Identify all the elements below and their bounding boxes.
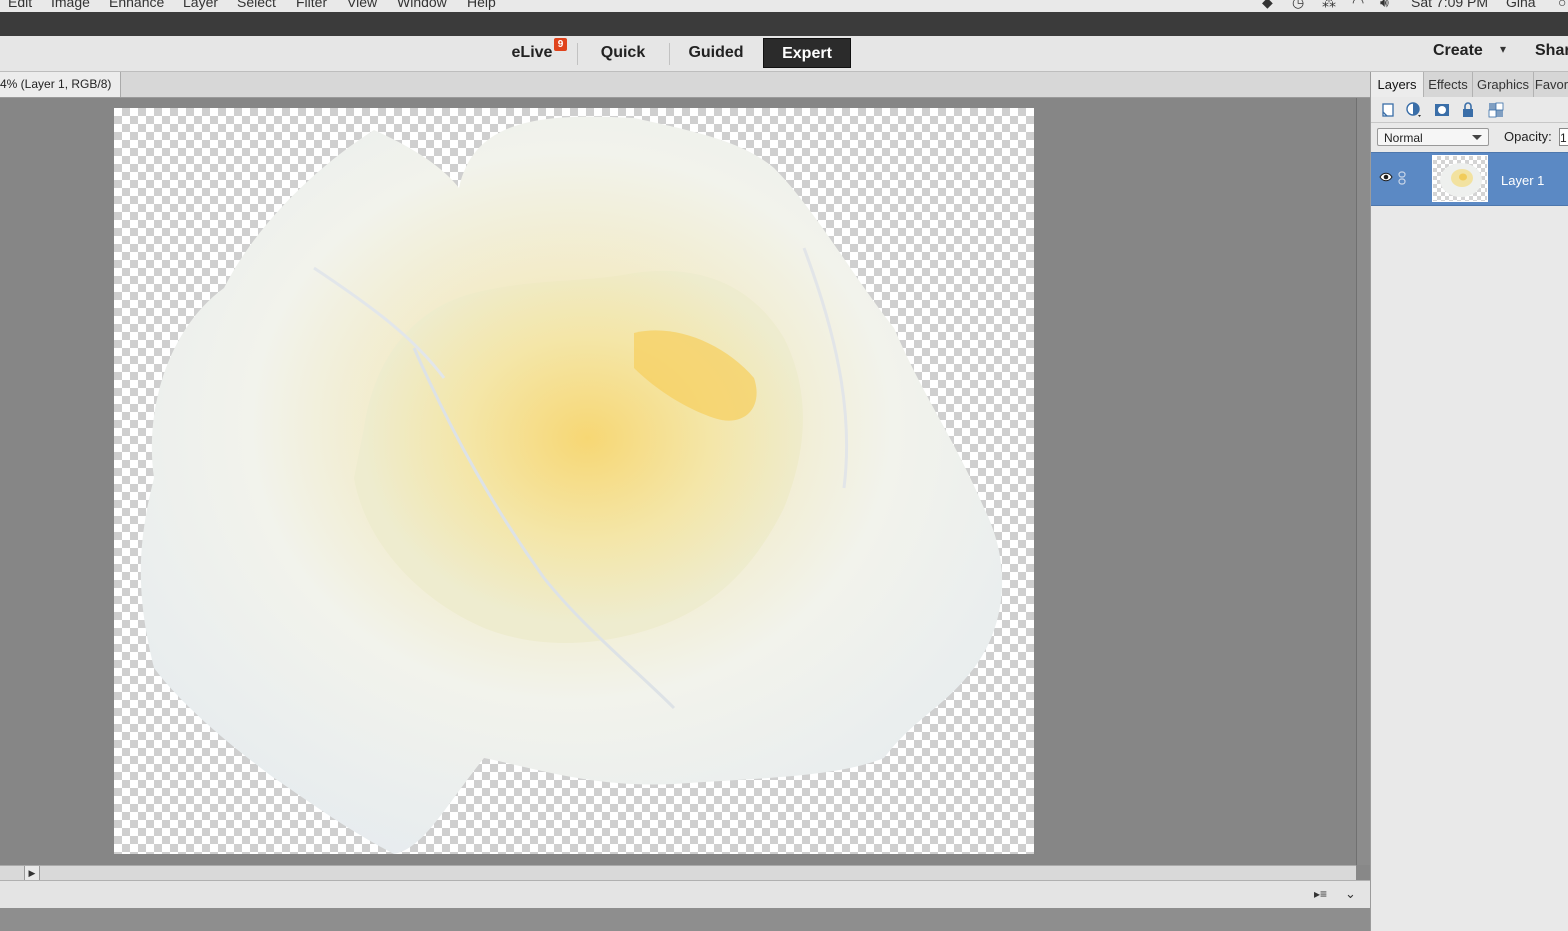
tab-expert[interactable]: Expert: [763, 38, 851, 68]
document-tab-bar: 4% (Layer 1, RGB/8): [0, 72, 1370, 98]
menu-image[interactable]: Image: [51, 0, 90, 10]
mode-divider: [577, 43, 578, 65]
menu-enhance[interactable]: Enhance: [109, 0, 164, 10]
wifi-icon[interactable]: ◠: [1352, 0, 1364, 11]
photo-bin-bar: ▸≡ ⌄: [0, 880, 1370, 909]
photo-bin: [0, 908, 1370, 931]
tab-quick-label: Quick: [600, 44, 646, 61]
menu-window[interactable]: Window: [397, 0, 447, 10]
layers-toolbar: [1371, 97, 1568, 123]
chevron-down-icon[interactable]: ⌄: [1345, 886, 1356, 902]
mode-divider: [669, 43, 670, 65]
layers-panel: Layers Effects Graphics Favor Normal Opa…: [1370, 72, 1568, 931]
layer-row-layer-1[interactable]: Layer 1: [1371, 152, 1568, 206]
menu-view[interactable]: View: [347, 0, 377, 10]
opacity-label: Opacity:: [1504, 129, 1552, 144]
layer-thumbnail[interactable]: [1432, 155, 1488, 202]
tab-layers[interactable]: Layers: [1371, 72, 1424, 97]
menu-clock[interactable]: Sat 7:09 PM: [1411, 0, 1488, 10]
share-button[interactable]: Shar: [1535, 42, 1568, 60]
image-canvas[interactable]: [114, 108, 1034, 854]
lock-icon[interactable]: [1459, 101, 1477, 119]
layer-name: Layer 1: [1501, 173, 1545, 188]
mode-bar: eLive 9 Quick Guided Expert Create ▾ Sha…: [0, 36, 1568, 72]
scroll-right-icon[interactable]: ▶: [24, 866, 40, 880]
app-title-strip: [0, 12, 1568, 37]
blend-mode-select[interactable]: Normal: [1377, 128, 1489, 146]
options-list-icon[interactable]: ▸≡: [1314, 887, 1327, 901]
document-tab[interactable]: 4% (Layer 1, RGB/8): [0, 72, 121, 97]
eye-icon[interactable]: [1379, 171, 1393, 183]
horizontal-scrollbar[interactable]: ▶: [0, 865, 1356, 880]
layer-mask-icon[interactable]: [1433, 101, 1451, 119]
dropbox-icon[interactable]: ◆: [1262, 0, 1273, 11]
menu-select[interactable]: Select: [237, 0, 276, 10]
menu-user[interactable]: Gina: [1506, 0, 1536, 10]
menu-filter[interactable]: Filter: [296, 0, 327, 10]
tab-elive[interactable]: eLive: [502, 38, 562, 68]
tab-elive-label: eLive: [511, 44, 553, 61]
volume-icon[interactable]: 🔊︎: [1380, 0, 1389, 11]
menu-layer[interactable]: Layer: [183, 0, 218, 10]
chevron-down-icon[interactable]: ▾: [1500, 42, 1506, 56]
adjustment-layer-icon[interactable]: [1405, 101, 1423, 119]
lock-transparent-pixels-icon[interactable]: [1487, 101, 1505, 119]
new-layer-icon[interactable]: [1379, 101, 1397, 119]
tab-guided[interactable]: Guided: [680, 38, 752, 68]
tab-effects[interactable]: Effects: [1424, 72, 1473, 97]
vertical-scrollbar[interactable]: [1356, 98, 1371, 865]
chevron-down-icon: [1472, 135, 1482, 140]
tab-guided-label: Guided: [688, 44, 744, 61]
menu-help[interactable]: Help: [467, 0, 496, 10]
tab-expert-label: Expert: [782, 45, 832, 62]
network-icon[interactable]: ⁂: [1322, 0, 1336, 11]
link-icon[interactable]: [1398, 171, 1406, 185]
time-machine-icon[interactable]: ◷: [1292, 0, 1304, 11]
rose-thumbnail-image: [1440, 163, 1482, 197]
create-button[interactable]: Create: [1433, 42, 1483, 60]
rose-image: [140, 116, 1003, 854]
menu-edit[interactable]: Edit: [8, 0, 32, 10]
menu-bar: Edit Image Enhance Layer Select Filter V…: [0, 0, 1568, 12]
tab-favorites[interactable]: Favor: [1534, 72, 1568, 97]
search-icon[interactable]: ○: [1558, 0, 1566, 10]
opacity-input[interactable]: 1: [1559, 128, 1568, 146]
tab-graphics[interactable]: Graphics: [1473, 72, 1534, 97]
blend-mode-value: Normal: [1384, 131, 1423, 145]
elive-notification-badge: 9: [554, 38, 567, 51]
tab-quick[interactable]: Quick: [590, 38, 656, 68]
